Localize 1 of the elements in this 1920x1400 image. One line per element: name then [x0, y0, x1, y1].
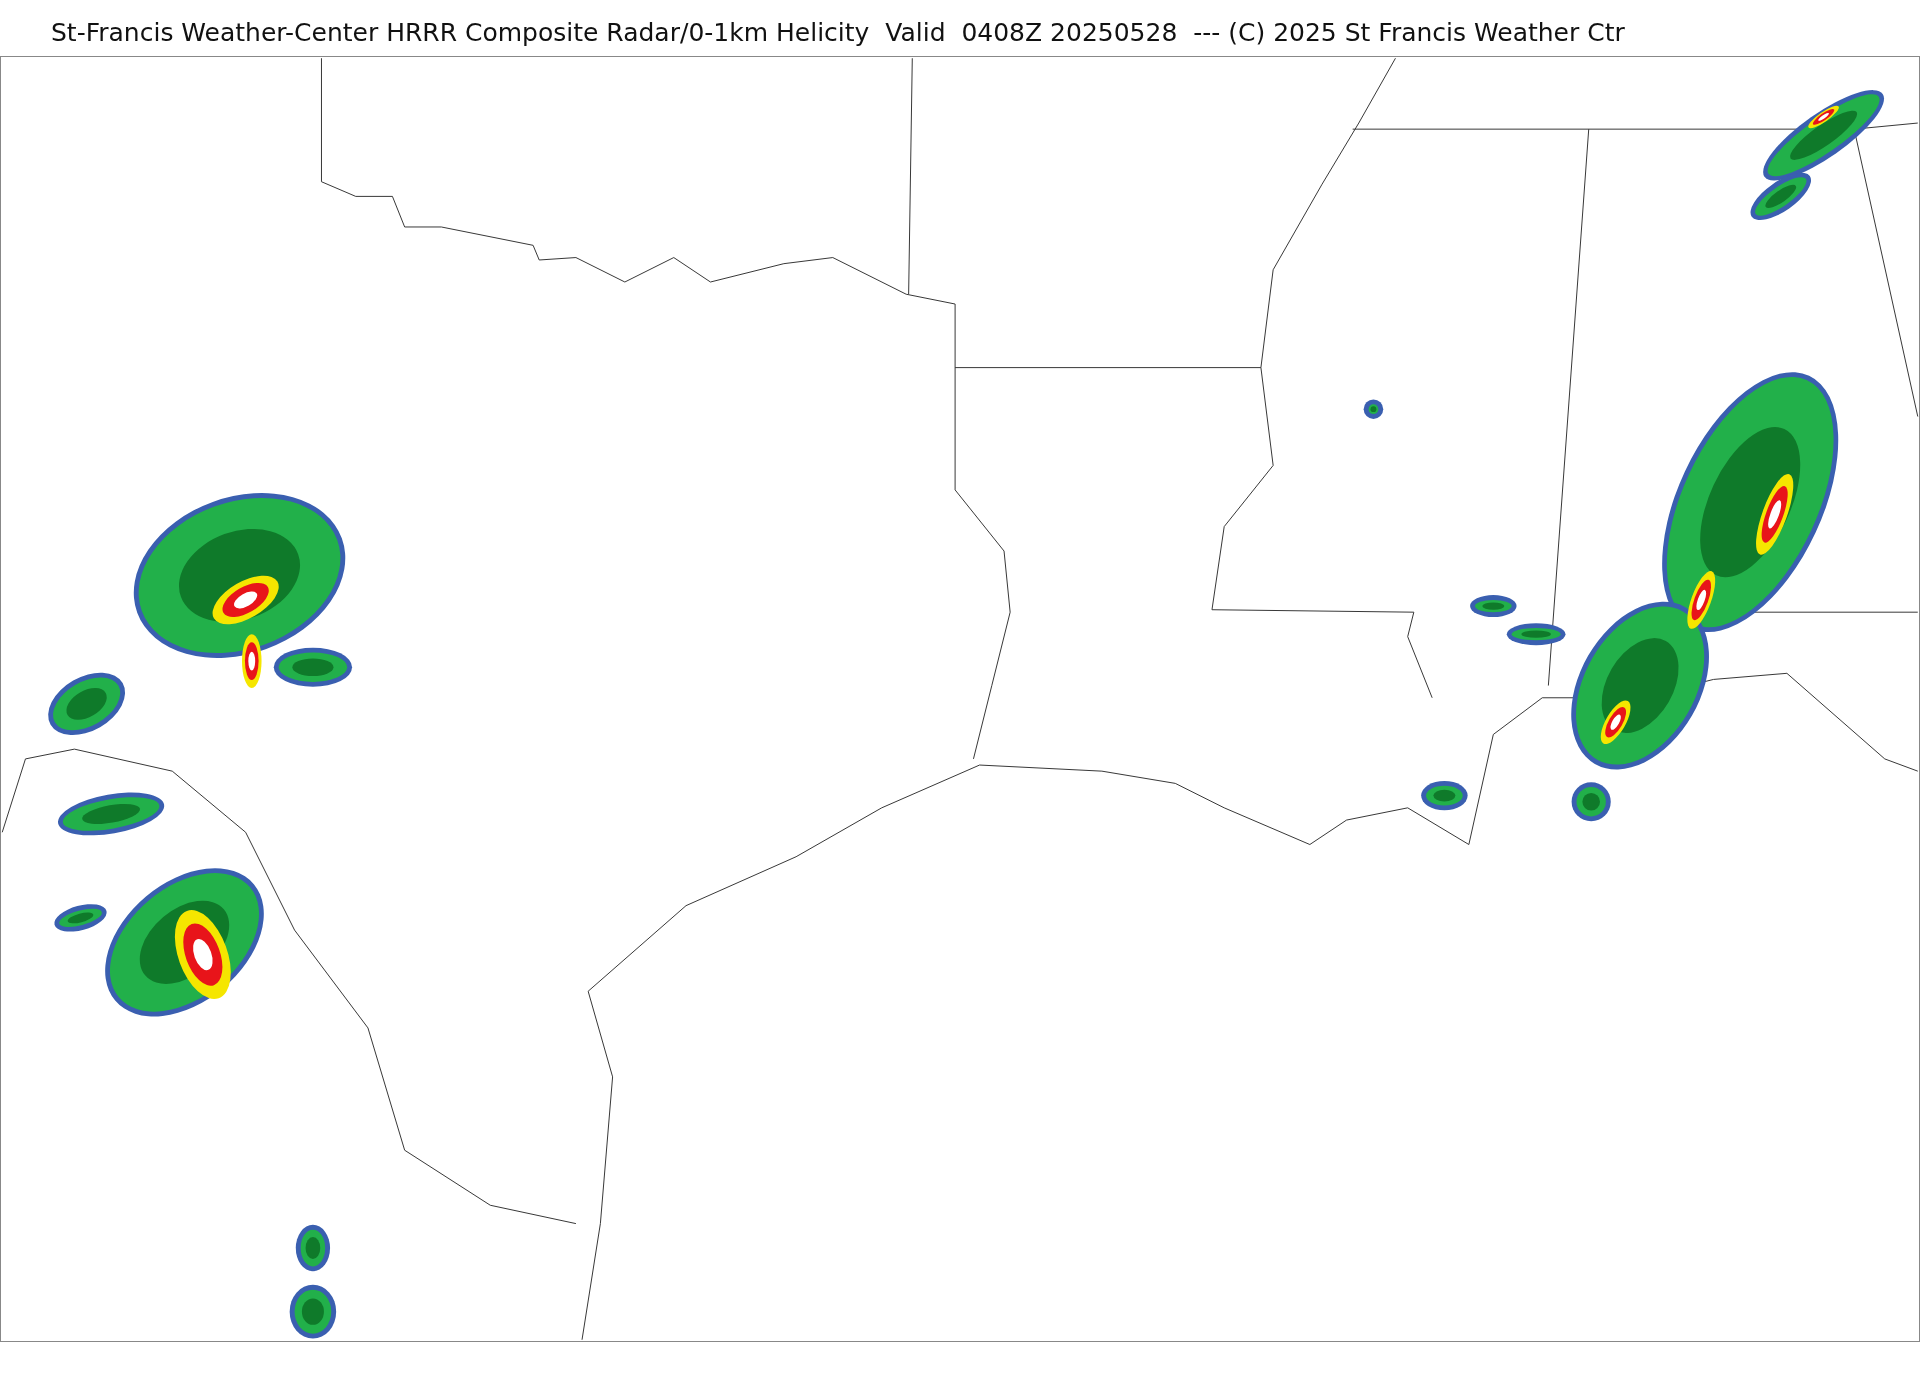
map-title: St-Francis Weather-Center HRRR Composite Radar/0-1km Helicity Valid 0408Z 20250528 --- (C) 2025 St Francis Weather Ctr: [50, 17, 1626, 49]
